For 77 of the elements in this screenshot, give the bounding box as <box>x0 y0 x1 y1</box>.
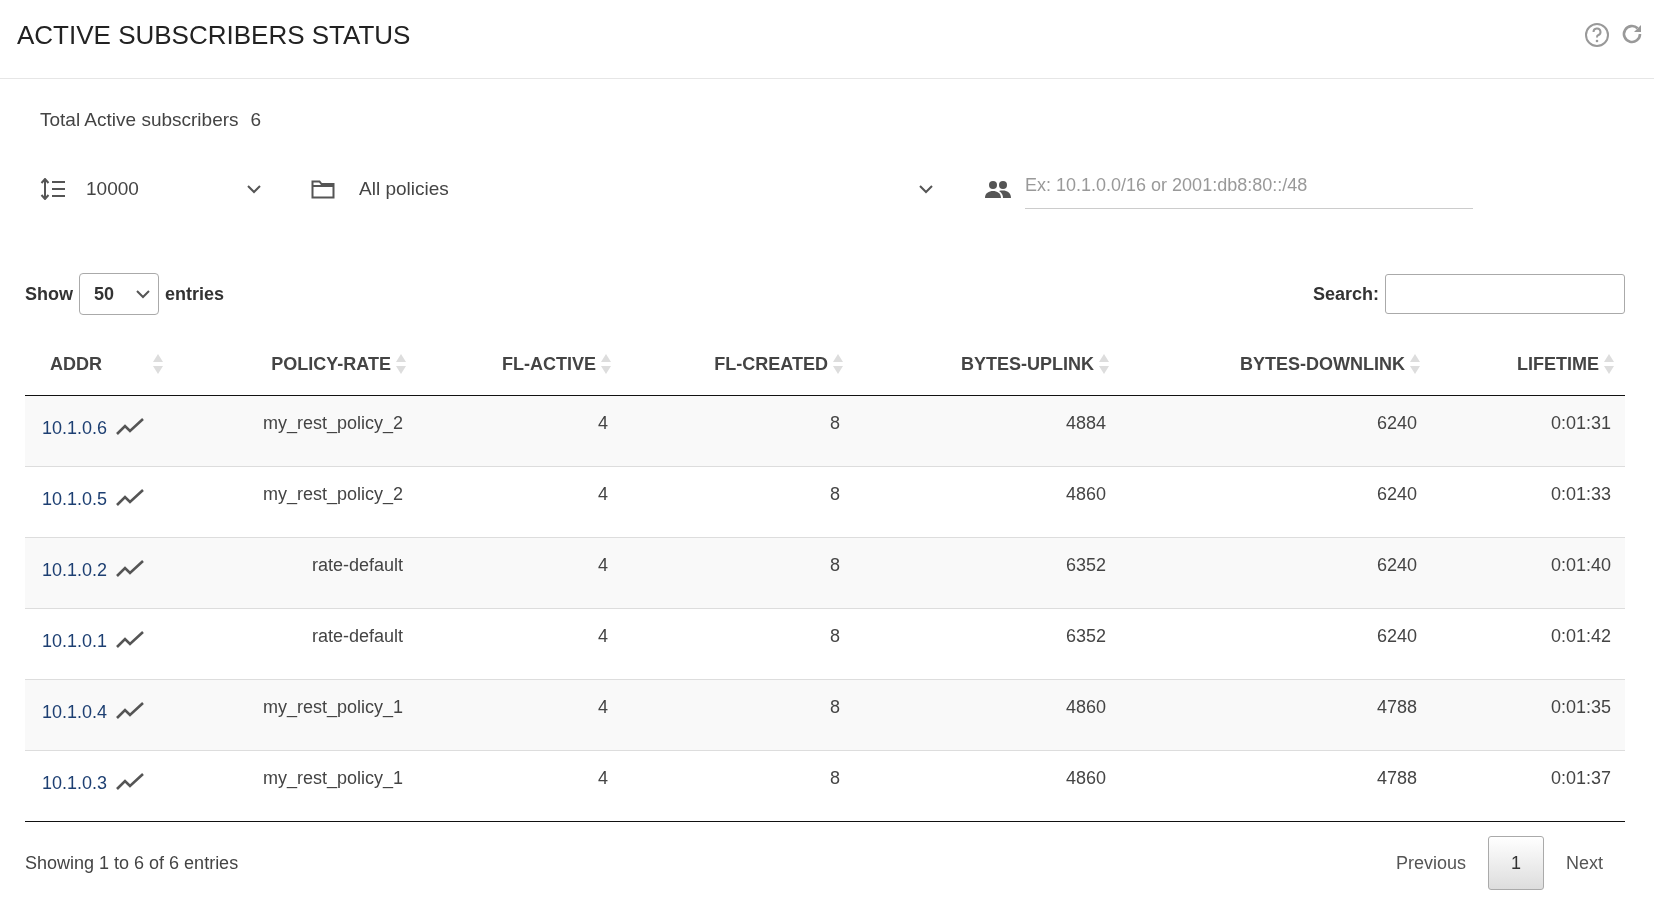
table-cell: 4788 <box>1376 768 1417 788</box>
table-cell: 4 <box>598 768 608 788</box>
table-cell: 6240 <box>1376 484 1417 504</box>
column-header[interactable]: POLICY-RATE <box>271 353 391 375</box>
table-cell: 0:01:31 <box>1550 413 1611 433</box>
table-cell: 0:01:33 <box>1550 484 1611 504</box>
search-field[interactable] <box>1385 274 1625 314</box>
sort-lines-icon <box>40 178 66 200</box>
total-count: 6 <box>250 109 262 131</box>
column-header[interactable]: LIFETIME <box>1517 353 1599 375</box>
trend-line-icon[interactable] <box>115 416 146 436</box>
search-label: Search: <box>1312 283 1379 305</box>
chevron-down-icon <box>247 184 261 194</box>
show-label: Show <box>25 283 73 305</box>
total-label: Total Active subscribers <box>40 109 239 131</box>
table-cell: 8 <box>830 555 840 575</box>
trend-line-icon[interactable] <box>115 487 146 507</box>
table-cell: rate-default <box>311 626 403 646</box>
trend-line-icon[interactable] <box>115 629 146 649</box>
table-cell: 6240 <box>1376 413 1417 433</box>
table-cell: 4860 <box>1065 697 1106 717</box>
table-cell: 0:01:40 <box>1550 555 1611 575</box>
help-icon[interactable] <box>1584 22 1610 48</box>
table-cell: 8 <box>830 484 840 504</box>
address-link[interactable]: 10.1.0.2 <box>42 558 108 581</box>
table-cell: 0:01:42 <box>1550 626 1611 646</box>
page-title: ACTIVE SUBSCRIBERS STATUS <box>17 19 411 51</box>
table-cell: 6352 <box>1065 626 1106 646</box>
table-cell: my_rest_policy_1 <box>262 697 403 717</box>
table-cell: my_rest_policy_1 <box>262 768 403 788</box>
table-cell: 8 <box>830 626 840 646</box>
table-cell: 4 <box>598 555 608 575</box>
previous-link[interactable]: Previous <box>1373 842 1488 884</box>
table-cell: my_rest_policy_2 <box>262 413 403 433</box>
folder-icon <box>311 179 335 199</box>
table-cell: 8 <box>830 413 840 433</box>
next-link[interactable]: Next <box>1544 842 1625 884</box>
table-info: Showing 1 to 6 of 6 entries <box>25 852 239 874</box>
column-header[interactable]: BYTES-UPLINK <box>961 353 1094 375</box>
table-cell: my_rest_policy_2 <box>262 484 403 504</box>
table-cell: 4 <box>598 626 608 646</box>
trend-line-icon[interactable] <box>115 558 146 578</box>
table-cell: 4 <box>598 484 608 504</box>
address-link[interactable]: 10.1.0.5 <box>42 487 108 510</box>
chevron-down-icon <box>136 289 150 299</box>
table-cell: 4860 <box>1065 768 1106 788</box>
table-cell: 6352 <box>1065 555 1106 575</box>
trend-line-icon[interactable] <box>115 771 146 791</box>
column-header[interactable]: BYTES-DOWNLINK <box>1240 353 1405 375</box>
column-header[interactable]: FL-ACTIVE <box>502 353 596 375</box>
table-cell: 8 <box>830 768 840 788</box>
address-link[interactable]: 10.1.0.3 <box>42 771 108 794</box>
table-cell: 6240 <box>1376 555 1417 575</box>
table-cell: 4788 <box>1376 697 1417 717</box>
table-cell: 8 <box>830 697 840 717</box>
page-button[interactable]: 1 <box>1488 836 1544 890</box>
refresh-icon[interactable] <box>1620 22 1644 46</box>
chevron-down-icon <box>919 184 933 194</box>
table-cell: 4860 <box>1065 484 1106 504</box>
column-header[interactable]: FL-CREATED <box>714 353 828 375</box>
table-cell: 0:01:35 <box>1550 697 1611 717</box>
policy-dropdown[interactable]: All policies <box>359 178 933 200</box>
table-cell: rate-default <box>311 555 403 575</box>
address-link[interactable]: 10.1.0.4 <box>42 700 108 723</box>
entries-dropdown[interactable]: 50 <box>79 273 159 315</box>
address-link[interactable]: 10.1.0.1 <box>42 629 108 652</box>
limit-dropdown[interactable]: 10000 <box>86 178 261 200</box>
table-cell: 4884 <box>1065 413 1106 433</box>
address-link[interactable]: 10.1.0.6 <box>42 416 108 439</box>
table-cell: 0:01:37 <box>1550 768 1611 788</box>
table-cell: 6240 <box>1376 626 1417 646</box>
trend-line-icon[interactable] <box>115 700 146 720</box>
column-header[interactable]: ADDR <box>50 353 102 375</box>
table-cell: 4 <box>598 697 608 717</box>
people-icon <box>985 180 1011 198</box>
entries-label: entries <box>165 283 225 305</box>
table-cell: 4 <box>598 413 608 433</box>
